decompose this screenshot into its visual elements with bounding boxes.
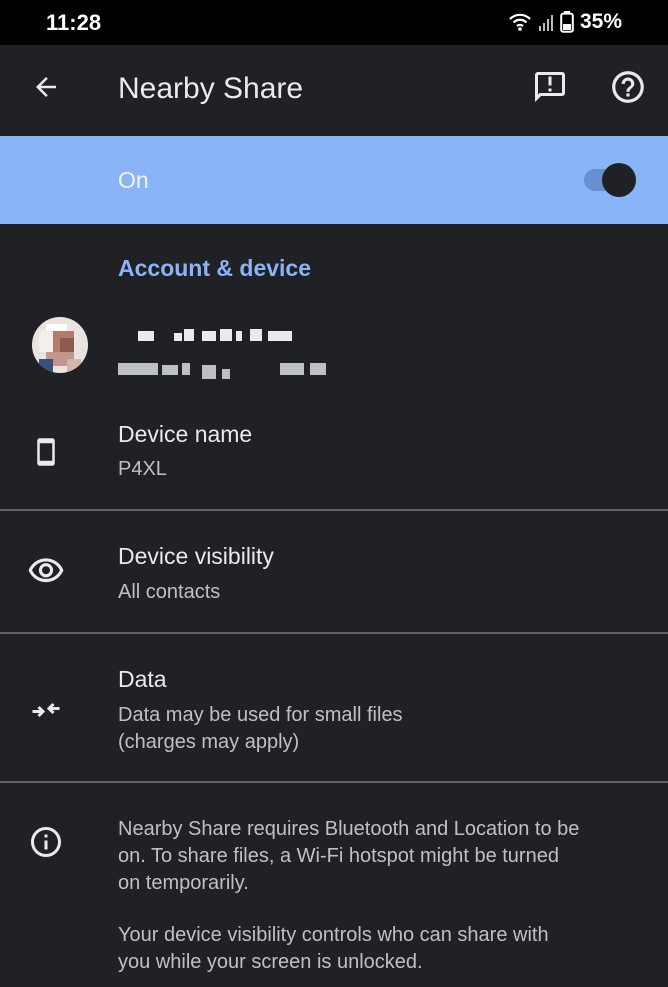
help-icon (609, 68, 647, 111)
data-subtitle-line1: Data may be used for small files (118, 704, 403, 726)
battery-icon (560, 11, 574, 33)
device-name-value: P4XL (118, 458, 167, 480)
info-icon (22, 818, 70, 866)
signal-icon (538, 12, 554, 32)
device-visibility-item[interactable]: Device visibility All contacts (0, 511, 668, 633)
nearby-share-toggle-row[interactable]: On (0, 136, 668, 224)
divider (0, 781, 668, 783)
device-visibility-value: All contacts (118, 581, 221, 603)
data-arrows-icon (22, 686, 70, 734)
info-text-line: on temporarily. (118, 872, 249, 894)
back-button[interactable] (24, 67, 68, 111)
battery-percent: 35% (579, 10, 622, 33)
info-text-line: Your device visibility controls who can … (118, 924, 549, 946)
phone-icon (22, 428, 70, 476)
account-email-redacted (118, 359, 338, 386)
nearby-share-switch[interactable] (580, 163, 638, 197)
switch-thumb (602, 163, 636, 197)
avatar (32, 317, 88, 373)
info-text-line: on. To share files, a Wi-Fi hotspot migh… (118, 845, 559, 867)
device-visibility-title: Device visibility (118, 543, 274, 569)
account-row[interactable] (0, 305, 668, 395)
status-icons: 35% (508, 10, 622, 34)
feedback-button[interactable] (528, 67, 572, 111)
info-text-line: Nearby Share requires Bluetooth and Loca… (118, 818, 580, 840)
status-time: 11:28 (46, 10, 102, 35)
data-usage-item[interactable]: Data Data may be used for small files (c… (0, 634, 668, 782)
data-subtitle-line2: (charges may apply) (118, 731, 300, 753)
data-title: Data (118, 666, 167, 692)
status-bar: 11:28 35% (0, 0, 668, 45)
device-name-title: Device name (118, 421, 253, 447)
section-header-account-device: Account & device (118, 255, 311, 281)
info-text-line: you while your screen is unlocked. (118, 951, 423, 973)
account-name-redacted (118, 325, 298, 352)
toggle-label: On (118, 167, 149, 193)
eye-icon (22, 547, 70, 595)
wifi-icon (508, 12, 532, 32)
help-button[interactable] (606, 67, 650, 111)
feedback-icon (532, 69, 568, 110)
back-arrow-icon (31, 72, 61, 107)
app-bar: Nearby Share (0, 45, 668, 136)
page-title: Nearby Share (118, 72, 304, 105)
device-name-item[interactable]: Device name P4XL (0, 408, 668, 510)
